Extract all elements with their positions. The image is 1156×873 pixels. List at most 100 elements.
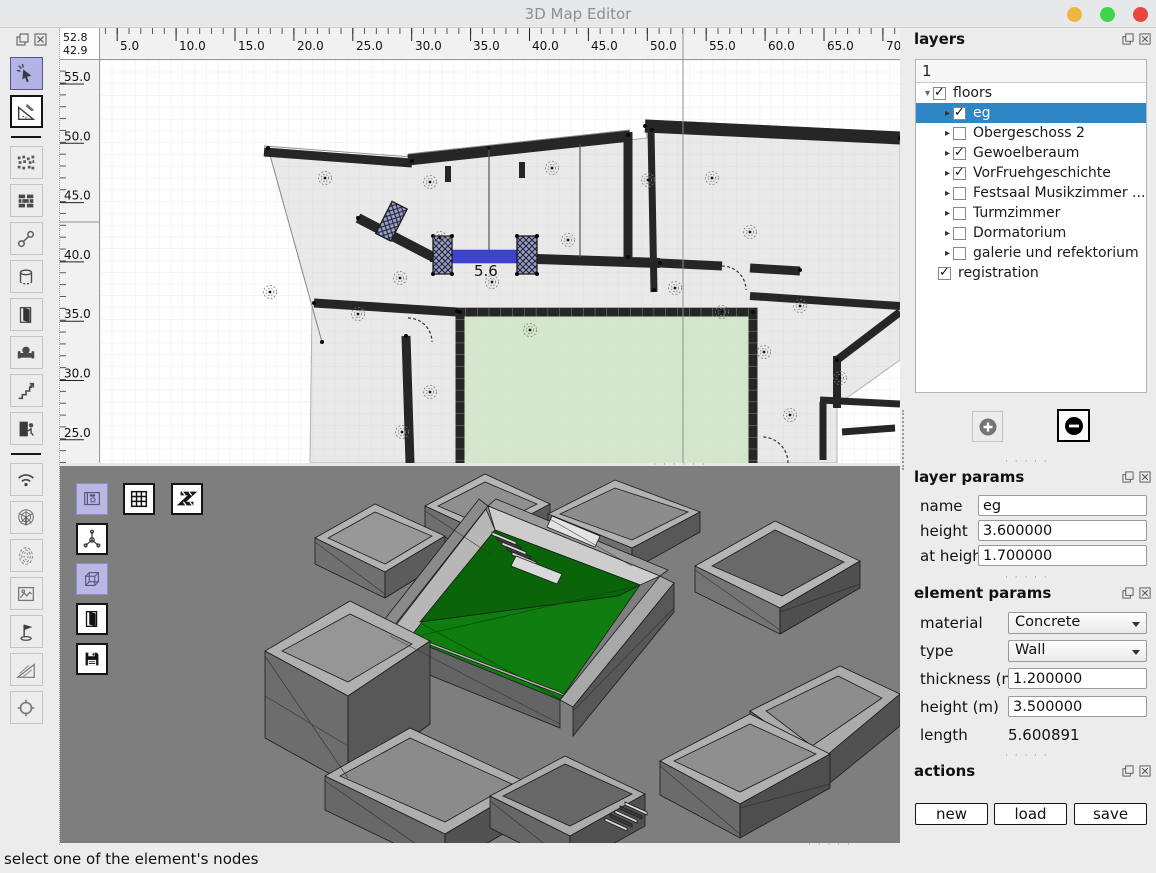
right-panel: layers 1 ▾floors ▸eg ▸Obergeschoss 2 ▸Ge… [900, 28, 1156, 845]
layer-checkbox[interactable] [933, 87, 946, 100]
furniture-tool[interactable] [10, 336, 43, 369]
close-panel-icon[interactable] [1139, 587, 1152, 600]
section-splitter[interactable]: · · · · · [1005, 460, 1049, 464]
beacon-tool[interactable] [10, 501, 43, 534]
wireframe-toggle[interactable] [76, 563, 108, 595]
layer-name-field[interactable] [978, 495, 1147, 516]
layer-row-floors[interactable]: ▾floors [916, 83, 1146, 103]
flag-icon [15, 621, 37, 643]
layer-row-turmzimmer[interactable]: ▸Turmzimmer [916, 203, 1146, 223]
close-panel-icon[interactable] [1139, 765, 1152, 778]
new-button[interactable]: new [915, 803, 988, 825]
window-close-button[interactable] [1133, 7, 1148, 22]
layer-row-festsaal[interactable]: ▸Festsaal Musikzimmer ... [916, 183, 1146, 203]
section-splitter[interactable]: · · · · · [1005, 754, 1049, 758]
texture-toggle[interactable] [171, 483, 203, 515]
layer-checkbox[interactable] [953, 167, 966, 180]
layer-checkbox[interactable] [953, 127, 966, 140]
ruler-tool[interactable] [10, 653, 43, 686]
door-tool[interactable] [10, 298, 43, 331]
entrance-tool[interactable] [10, 412, 43, 445]
plan-overlay-toggle[interactable] [76, 483, 108, 515]
remove-layer-button[interactable] [1057, 409, 1090, 442]
layer-checkbox[interactable] [938, 267, 951, 280]
type-select[interactable]: Wall [1008, 640, 1147, 662]
fingerprint-tool[interactable] [10, 539, 43, 572]
stairs-tool[interactable] [10, 374, 43, 407]
layer-row-gewoelberaum[interactable]: ▸Gewoelberaum [916, 143, 1146, 163]
target-tool[interactable] [10, 691, 43, 724]
float-dock-icon[interactable] [16, 33, 29, 46]
door-view-toggle[interactable] [76, 603, 108, 635]
layer-checkbox[interactable] [953, 207, 966, 220]
layers-tree[interactable]: 1 ▾floors ▸eg ▸Obergeschoss 2 ▸Gewoelber… [915, 59, 1147, 393]
svg-text:50.0: 50.0 [64, 129, 91, 143]
flag-tool[interactable] [10, 615, 43, 648]
layer-checkbox[interactable] [953, 187, 966, 200]
layer-row-obergeschoss-2[interactable]: ▸Obergeschoss 2 [916, 123, 1146, 143]
layer-row-vorfruehgeschichte[interactable]: ▸VorFruehgeschichte [916, 163, 1146, 183]
radar-icon [15, 507, 37, 529]
layer-checkbox[interactable] [953, 147, 966, 160]
material-select[interactable]: Concrete [1008, 612, 1147, 634]
z-pattern-icon [176, 488, 198, 510]
element-height-field[interactable] [1008, 696, 1147, 717]
save-view-button[interactable] [76, 643, 108, 675]
model-view-3d[interactable] [60, 466, 900, 845]
float-panel-icon[interactable] [1122, 587, 1135, 600]
expand-arrow-icon[interactable]: ▸ [942, 188, 953, 199]
float-panel-icon[interactable] [1122, 765, 1135, 778]
measure-tool[interactable] [10, 95, 43, 128]
gizmo-toggle[interactable] [76, 523, 108, 555]
column-tool[interactable] [10, 260, 43, 293]
building-3d-model [60, 466, 900, 845]
expand-arrow-icon[interactable]: ▸ [942, 208, 953, 219]
add-layer-button[interactable] [972, 411, 1003, 442]
layer-checkbox[interactable] [953, 227, 966, 240]
wifi-tool[interactable] [10, 463, 43, 496]
layer-height-field[interactable] [978, 520, 1147, 541]
wall-tool[interactable] [10, 184, 43, 217]
layer-checkbox[interactable] [953, 107, 966, 120]
close-dock-icon[interactable] [34, 33, 47, 46]
set-square-pencil-icon [15, 101, 37, 123]
texture-tool[interactable] [10, 146, 43, 179]
svg-text:10.0: 10.0 [179, 39, 206, 53]
save-button[interactable]: save [1074, 803, 1147, 825]
expand-arrow-icon[interactable]: ▸ [942, 228, 953, 239]
layer-row-dormatorium[interactable]: ▸Dormatorium [916, 223, 1146, 243]
select-tool[interactable] [10, 57, 43, 90]
thickness-field[interactable] [1008, 668, 1147, 689]
expand-arrow-icon[interactable]: ▸ [942, 148, 953, 159]
node-link-icon [15, 228, 37, 250]
close-panel-icon[interactable] [1139, 33, 1152, 46]
vertical-ruler: 55.050.0 45.040.0 35.030.0 25.0 [60, 60, 100, 463]
collapse-arrow-icon[interactable]: ▾ [922, 88, 933, 99]
layer-row-galerie[interactable]: ▸galerie und refektorium [916, 243, 1146, 263]
close-panel-icon[interactable] [1139, 471, 1152, 484]
layer-at-height-field[interactable] [978, 545, 1147, 566]
tools-dock-header [16, 33, 47, 46]
expand-arrow-icon[interactable]: ▸ [942, 128, 953, 139]
window-minimize-button[interactable] [1067, 7, 1082, 22]
expand-arrow-icon[interactable]: ▸ [942, 108, 953, 119]
image-tool[interactable] [10, 577, 43, 610]
expand-arrow-icon[interactable]: ▸ [942, 168, 953, 179]
plus-circle-icon [978, 417, 998, 437]
connection-tool[interactable] [10, 222, 43, 255]
panel-resize-handle[interactable] [902, 410, 904, 470]
float-panel-icon[interactable] [1122, 33, 1135, 46]
grid-toggle[interactable] [123, 483, 155, 515]
section-splitter[interactable]: · · · · · [1005, 576, 1049, 580]
floor-plan-canvas[interactable]: 5.6 [100, 60, 900, 463]
window-maximize-button[interactable] [1100, 7, 1115, 22]
layer-row-registration[interactable]: registration [916, 263, 1146, 283]
3d-map-editor-window: 3D Map Editor [0, 0, 1156, 873]
layer-row-eg[interactable]: ▸eg [916, 103, 1146, 123]
float-panel-icon[interactable] [1122, 471, 1135, 484]
svg-text:30.0: 30.0 [64, 367, 91, 381]
layer-checkbox[interactable] [953, 247, 966, 260]
expand-arrow-icon[interactable]: ▸ [942, 248, 953, 259]
svg-text:45.0: 45.0 [591, 39, 618, 53]
load-button[interactable]: load [994, 803, 1067, 825]
